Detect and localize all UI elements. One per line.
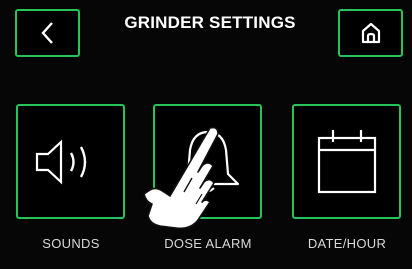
back-button[interactable] — [15, 9, 80, 57]
calendar-icon — [317, 129, 376, 193]
home-icon — [361, 22, 380, 44]
chevron-left-icon — [40, 22, 53, 44]
date-hour-tile[interactable] — [292, 104, 401, 219]
dose-alarm-label: DOSE ALARM — [164, 236, 252, 251]
page-title: GRINDER SETTINGS — [124, 13, 296, 32]
settings-screen: GRINDER SETTINGS SOUNDS DOSE ALARM DATE/ — [0, 0, 412, 269]
home-button[interactable] — [338, 9, 403, 57]
sounds-label: SOUNDS — [42, 236, 100, 251]
date-hour-label: DATE/HOUR — [307, 236, 387, 251]
pointing-hand-icon — [143, 126, 219, 230]
sounds-tile[interactable] — [16, 104, 125, 219]
speaker-icon — [35, 138, 86, 185]
